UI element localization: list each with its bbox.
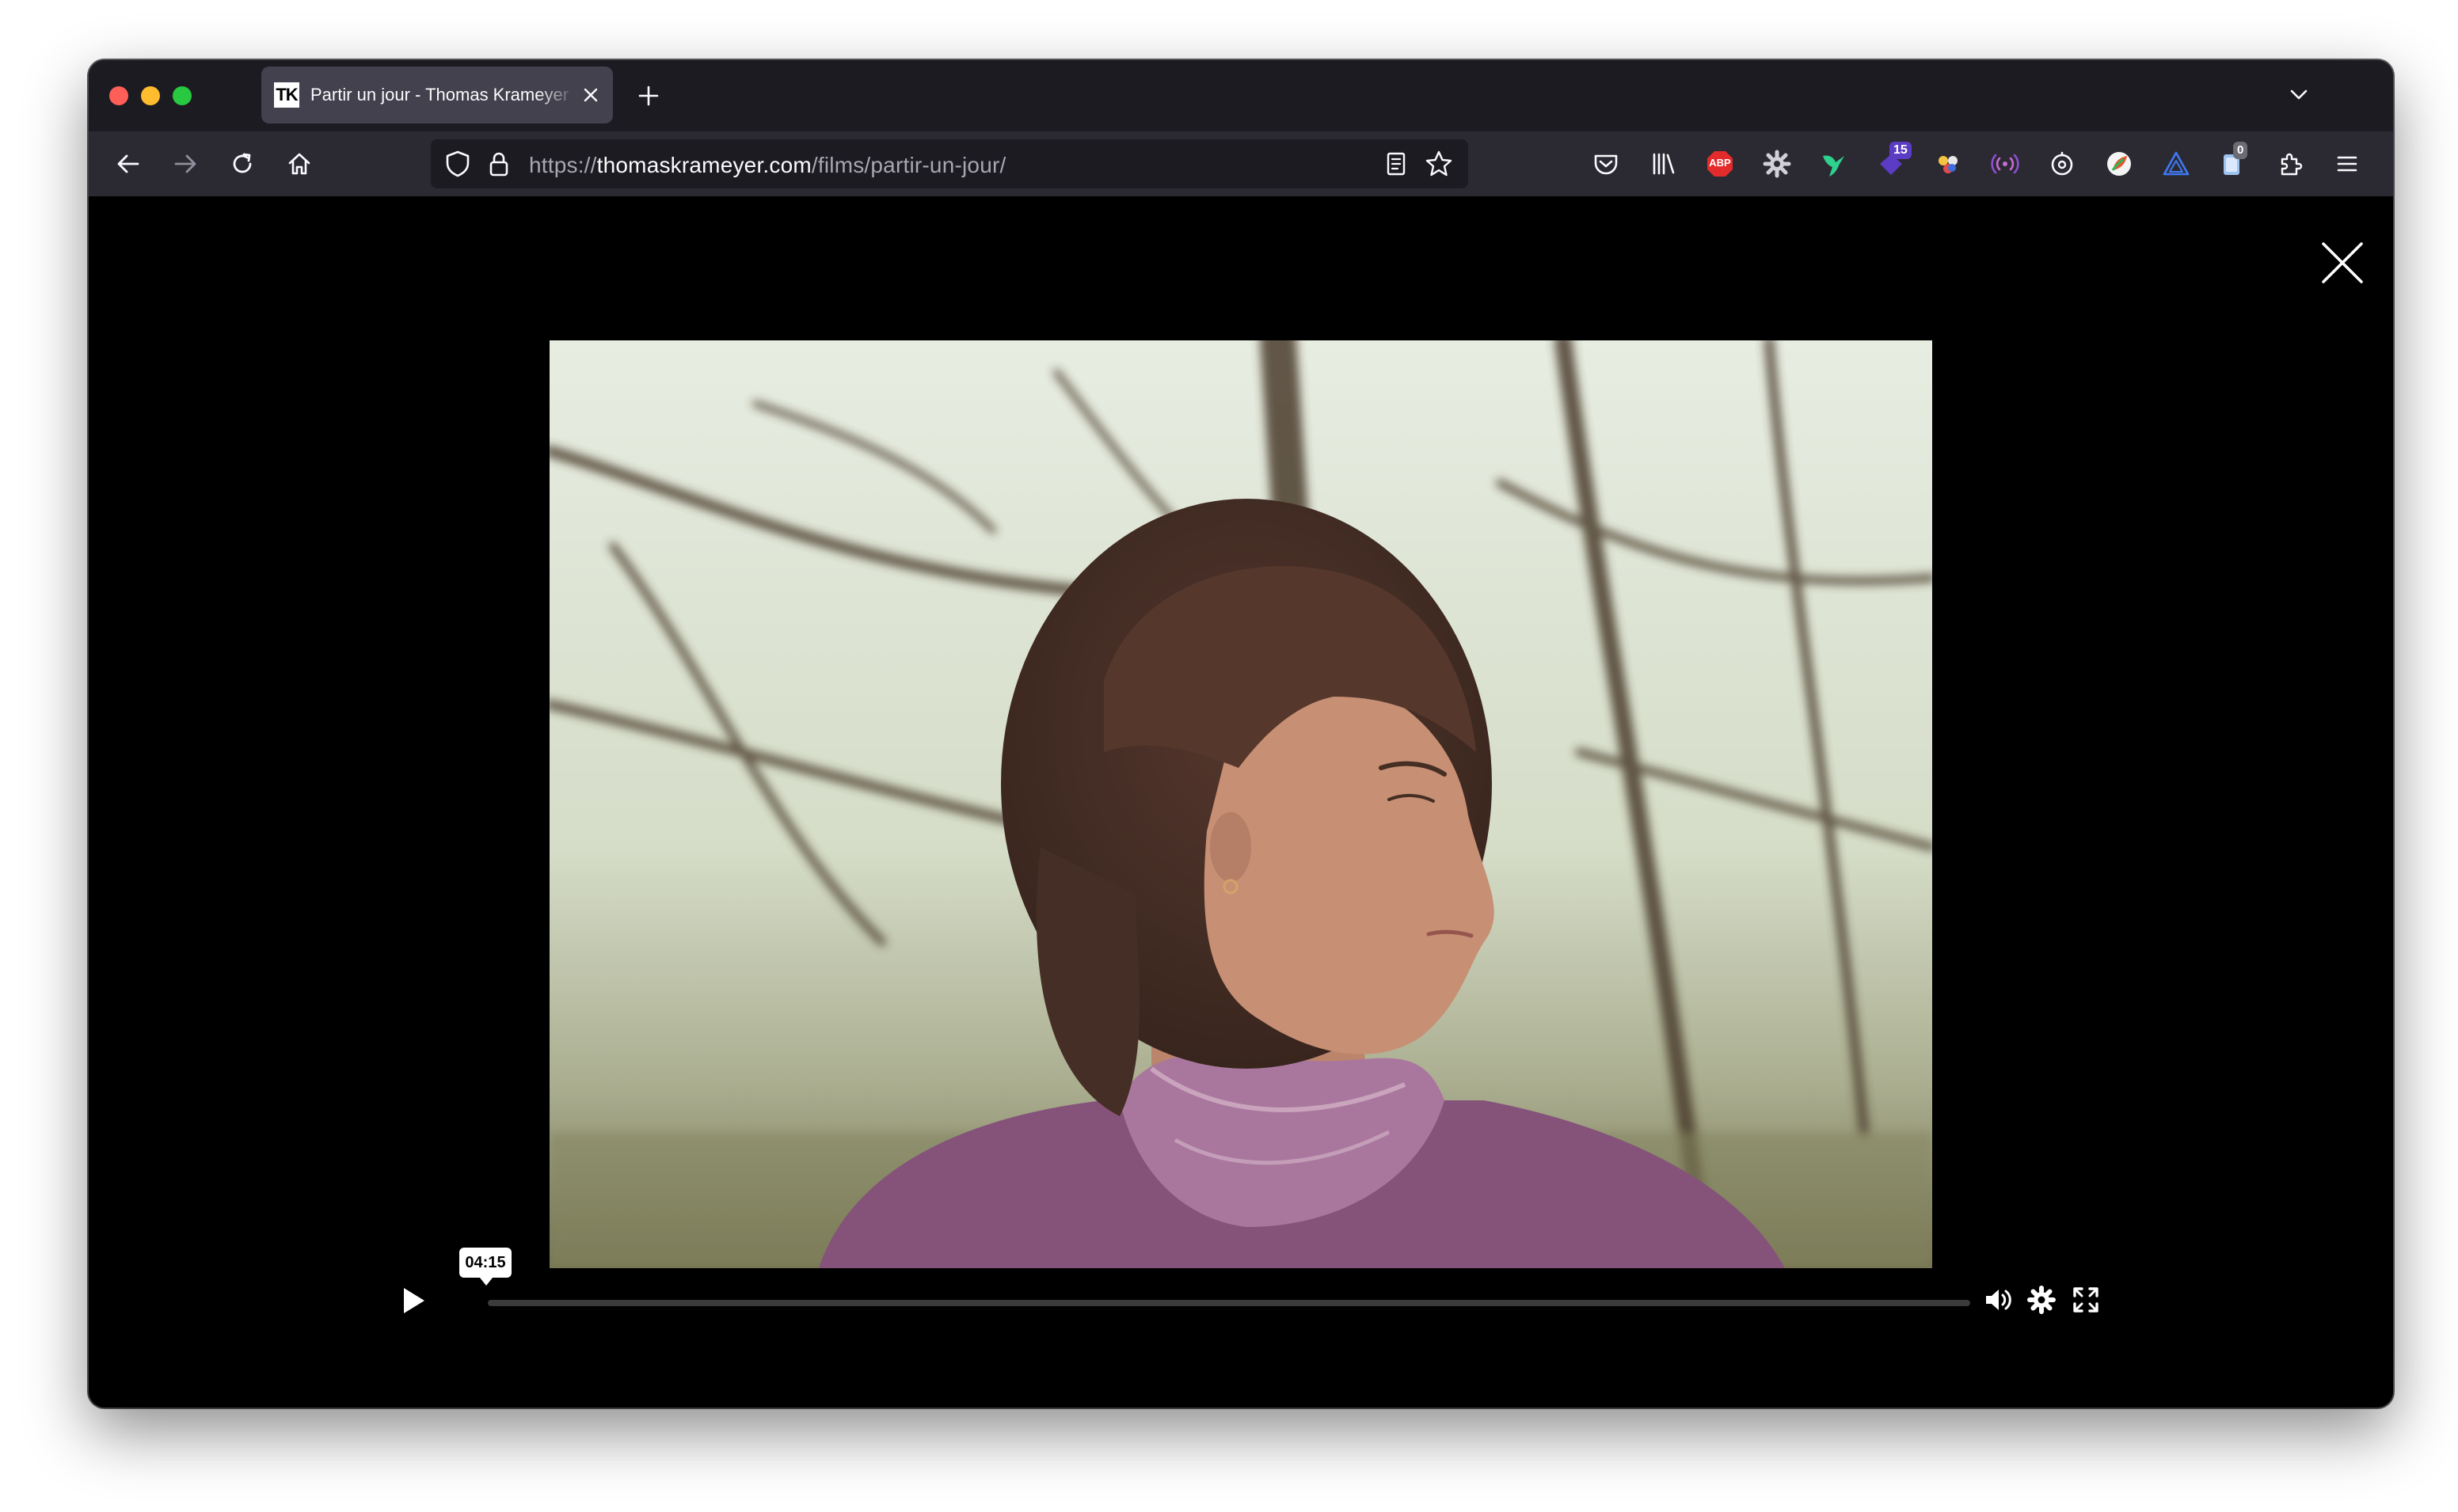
home-icon[interactable] [283, 148, 315, 180]
tab-close-icon[interactable] [580, 84, 602, 106]
zoom-window-button[interactable] [173, 86, 192, 105]
tab-strip: TK Partir un jour - Thomas Krameyer [89, 60, 2393, 131]
back-icon[interactable] [112, 148, 144, 180]
menu-hamburger-icon[interactable] [2331, 148, 2363, 180]
video-lightbox: 04:15 [89, 196, 2393, 1408]
video-progress-bar[interactable] [488, 1300, 1970, 1306]
video-frame[interactable] [550, 340, 1932, 1268]
reader-view-icon[interactable] [1383, 150, 1410, 178]
new-tab-icon[interactable] [635, 82, 662, 109]
settings-icon[interactable] [2026, 1284, 2057, 1316]
tab-active[interactable]: TK Partir un jour - Thomas Krameyer [261, 66, 613, 123]
pocket-icon[interactable] [1590, 148, 1622, 180]
minimize-window-button[interactable] [141, 86, 160, 105]
leaf-extension-icon[interactable] [2103, 148, 2135, 180]
site-favicon-icon: TK [274, 82, 299, 108]
reload-icon[interactable] [226, 148, 258, 180]
address-bar[interactable]: https://thomaskrameyer.com/films/partir-… [431, 139, 1468, 188]
tab-title: Partir un jour - Thomas Krameyer [310, 85, 569, 104]
url-text[interactable]: https://thomaskrameyer.com/films/partir-… [529, 153, 1006, 178]
bookmark-star-icon[interactable] [1424, 149, 1454, 179]
color-dots-extension-icon[interactable] [1932, 148, 1964, 180]
notification-badge: 15 [1889, 142, 1912, 159]
list-all-tabs-icon[interactable] [2287, 82, 2311, 106]
play-icon[interactable] [393, 1281, 432, 1320]
extensions-puzzle-icon[interactable] [2274, 148, 2306, 180]
broadcast-extension-icon[interactable] [1989, 148, 2021, 180]
seek-time-tooltip: 04:15 [459, 1248, 512, 1286]
notification-extension-icon[interactable]: 15 [1875, 142, 1912, 180]
forward-icon[interactable] [169, 148, 201, 180]
browser-window: TK Partir un jour - Thomas Krameyer http… [89, 60, 2393, 1408]
timer-extension-icon[interactable] [2046, 148, 2078, 180]
lock-icon[interactable] [486, 149, 512, 179]
hummingbird-extension-icon[interactable] [1818, 148, 1850, 180]
url-domain: thomaskrameyer.com [596, 153, 812, 177]
adblock-plus-label: ABP [1709, 157, 1731, 169]
adblock-plus-icon[interactable]: ABP [1704, 148, 1736, 180]
tracking-protection-shield-icon[interactable] [443, 149, 472, 179]
triangle-extension-icon[interactable] [2160, 148, 2192, 180]
clipboard-badge: 0 [2233, 142, 2248, 159]
fullscreen-icon[interactable] [2070, 1284, 2102, 1316]
library-icon[interactable] [1647, 148, 1679, 180]
url-path: /films/partir-un-jour/ [811, 153, 1006, 177]
close-window-button[interactable] [109, 86, 128, 105]
video-controls: 04:15 [89, 1248, 2393, 1336]
navigation-toolbar: https://thomaskrameyer.com/films/partir-… [89, 131, 2393, 196]
volume-icon[interactable] [1981, 1284, 2013, 1316]
close-icon[interactable] [2320, 241, 2365, 285]
url-scheme: https:// [529, 153, 597, 177]
clipboard-extension-icon[interactable]: 0 [2217, 142, 2249, 180]
gear-extension-icon[interactable] [1761, 148, 1793, 180]
